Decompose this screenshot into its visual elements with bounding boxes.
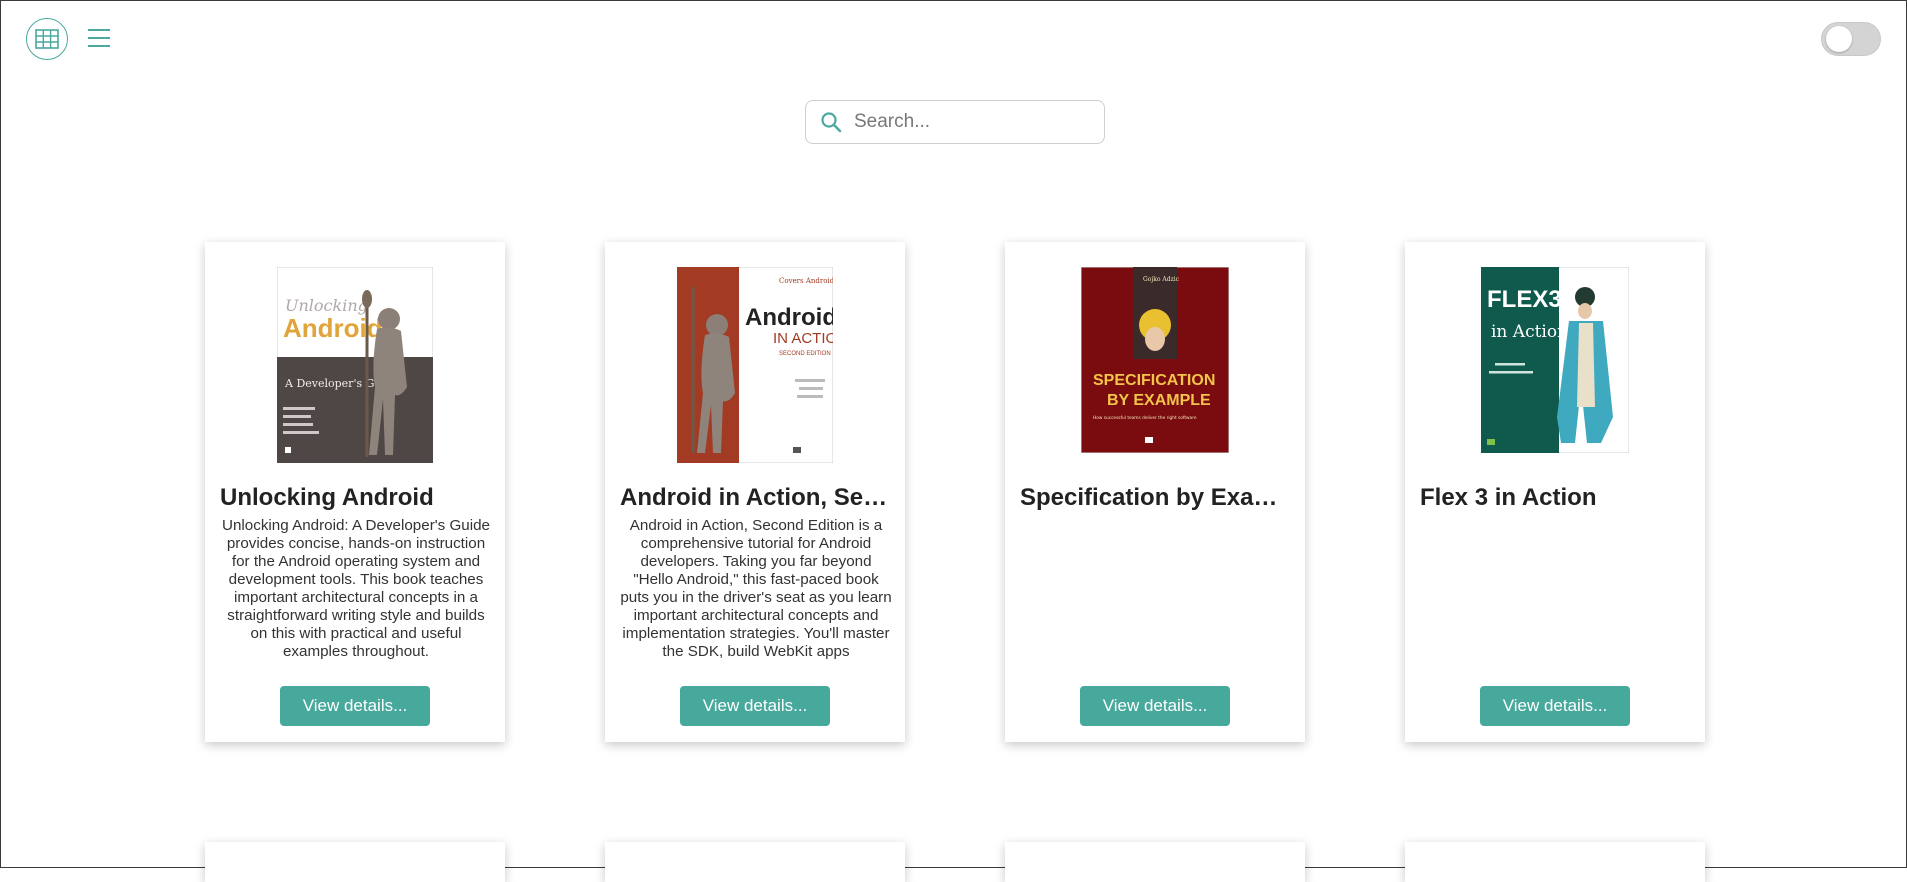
book-cover-image: FLEX3 in Action — [1481, 267, 1629, 453]
book-cover: Gojko Adzic SPECIFICATION BY EXAMPLE How… — [1005, 267, 1305, 453]
view-details-button[interactable]: View details... — [1480, 686, 1630, 726]
menu-button[interactable] — [85, 24, 113, 52]
book-card — [605, 842, 905, 882]
book-description — [1420, 517, 1692, 665]
toggle-knob — [1826, 26, 1852, 52]
svg-text:SECOND EDITION: SECOND EDITION — [779, 351, 831, 357]
svg-text:in Action: in Action — [1491, 322, 1568, 342]
svg-text:Gojko Adzic: Gojko Adzic — [1143, 276, 1180, 283]
svg-text:FLEX3: FLEX3 — [1487, 286, 1562, 313]
book-card: FLEX3 in Action Flex 3 in Action View de… — [1405, 242, 1705, 742]
view-details-button[interactable]: View details... — [280, 686, 430, 726]
book-card — [205, 842, 505, 882]
search-icon — [821, 112, 842, 133]
book-cover: Unlocking Android A Developer's Guide — [205, 267, 505, 463]
view-details-button[interactable]: View details... — [1080, 686, 1230, 726]
book-card — [1405, 842, 1705, 882]
svg-text:Covers Android 2: Covers Android 2 — [779, 277, 833, 285]
svg-text:SPECIFICATION: SPECIFICATION — [1093, 372, 1215, 389]
book-description: Android in Action, Second Edition is a c… — [620, 517, 892, 660]
book-cover-image: Unlocking Android A Developer's Guide — [277, 267, 433, 463]
book-cover: Covers Android 2 Android IN ACTION SECON… — [605, 267, 905, 463]
book-title: Specification by Example — [1020, 484, 1292, 511]
svg-text:Android: Android — [745, 304, 833, 331]
search-box[interactable] — [805, 100, 1105, 144]
book-title: Android in Action, Second Edition — [620, 484, 892, 511]
search-input[interactable] — [852, 110, 1086, 134]
book-title: Unlocking Android — [220, 484, 434, 511]
book-cover: FLEX3 in Action — [1405, 267, 1705, 453]
book-card: Covers Android 2 Android IN ACTION SECON… — [605, 242, 905, 742]
book-cover-image: Covers Android 2 Android IN ACTION SECON… — [677, 267, 833, 463]
svg-text:BY EXAMPLE: BY EXAMPLE — [1107, 392, 1211, 409]
book-title: Flex 3 in Action — [1420, 484, 1597, 511]
view-details-button[interactable]: View details... — [680, 686, 830, 726]
hamburger-menu-icon — [88, 29, 110, 47]
book-card — [1005, 842, 1305, 882]
svg-text:IN ACTION: IN ACTION — [773, 330, 833, 347]
book-cover-image: Gojko Adzic SPECIFICATION BY EXAMPLE How… — [1081, 267, 1229, 453]
grid-table-icon — [35, 29, 59, 49]
svg-text:How successful teams deliver t: How successful teams deliver the right s… — [1093, 415, 1197, 421]
book-description: Unlocking Android: A Developer's Guide p… — [222, 517, 490, 660]
book-card: Gojko Adzic SPECIFICATION BY EXAMPLE How… — [1005, 242, 1305, 742]
theme-toggle[interactable] — [1821, 22, 1881, 56]
book-card: Unlocking Android A Developer's Guide Un… — [205, 242, 505, 742]
grid-view-button[interactable] — [26, 18, 68, 60]
book-description — [1020, 517, 1292, 665]
